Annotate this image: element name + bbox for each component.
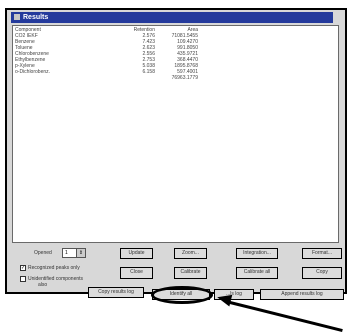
append-results-log-button[interactable]: Append results log xyxy=(260,289,344,300)
unidentified-checkbox[interactable] xyxy=(20,276,26,282)
copy-results-log-button[interactable]: Copy results log xyxy=(88,287,144,298)
opened-label: Opened xyxy=(34,250,52,256)
spinner-arrows-icon[interactable]: ⇕ xyxy=(76,249,85,257)
update-button[interactable]: Update xyxy=(120,248,153,259)
row-area-total: 76963.1779 xyxy=(171,75,198,81)
opened-value: 1 xyxy=(65,250,68,256)
arrow-line xyxy=(225,300,343,332)
app-icon xyxy=(14,14,20,21)
copy-button[interactable]: Copy xyxy=(302,267,342,279)
zoom-button[interactable]: Zoom... xyxy=(174,248,207,259)
calibrate-button[interactable]: Calibrate xyxy=(174,267,207,279)
calibrate-all-button[interactable]: Calibrate all xyxy=(236,267,278,279)
opened-spinner[interactable]: 1 ⇕ xyxy=(62,248,86,258)
recognized-checkbox-label: Recognized peaks only xyxy=(28,265,80,271)
close-button[interactable]: Close xyxy=(120,267,153,279)
title-bar: Results xyxy=(11,12,333,23)
results-list[interactable]: Component Retention Area CO2 IEKF 2.576 … xyxy=(12,25,339,243)
integration-button[interactable]: Integration... xyxy=(236,248,278,259)
row-component: o-Dichlorobenz. xyxy=(15,69,51,75)
highlight-ellipse xyxy=(151,286,213,304)
arrow-head-icon xyxy=(215,291,233,307)
row-retention: 6.158 xyxy=(142,69,155,75)
recognized-checkbox[interactable]: ✓ xyxy=(20,265,26,271)
format-button[interactable]: Format... xyxy=(302,248,342,259)
window-title: Results xyxy=(23,14,49,21)
unidentified-checkbox-label-cont: also xyxy=(38,282,48,288)
unidentified-checkbox-label: Unidentified components xyxy=(28,276,84,282)
